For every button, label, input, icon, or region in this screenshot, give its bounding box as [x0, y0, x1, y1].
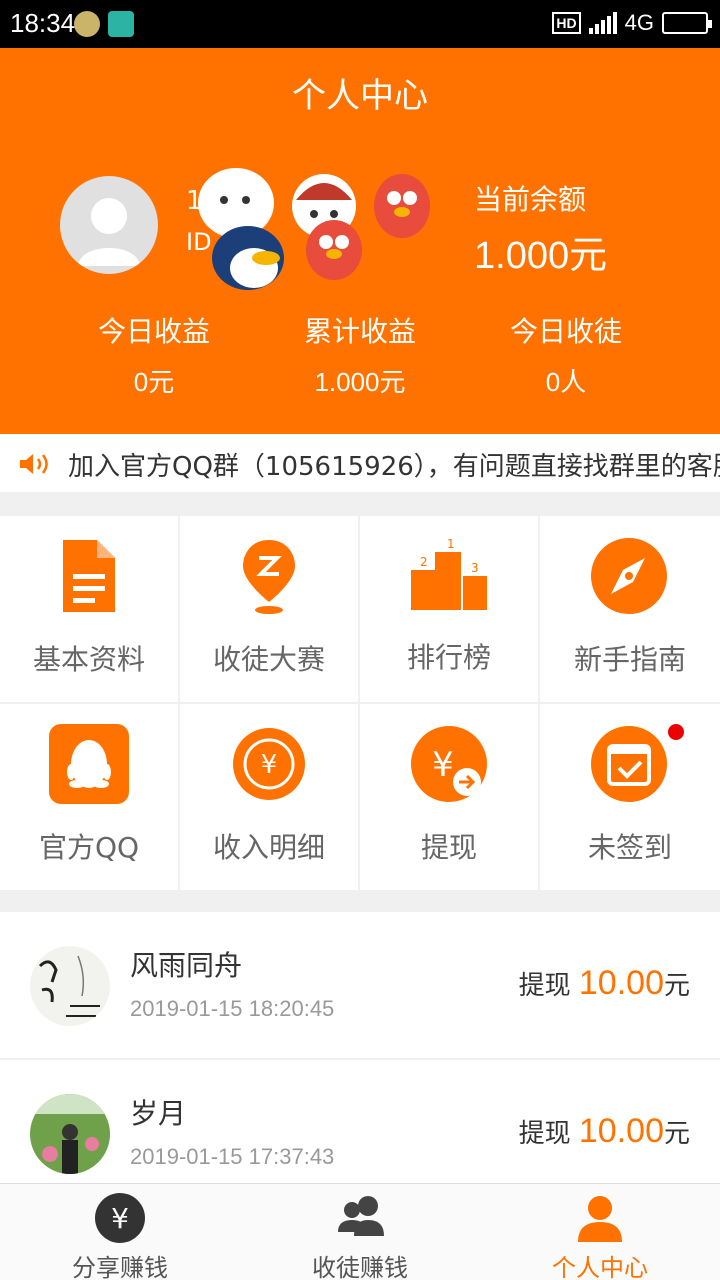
speaker-icon: [20, 454, 48, 474]
stat-value: 0元: [133, 367, 175, 397]
grid-item-label: 新手指南: [573, 643, 686, 676]
yen-arrow-icon: ¥: [411, 726, 487, 802]
record-amount: 提现 10.00元: [518, 964, 690, 1002]
tab-share-earn[interactable]: ¥ 分享赚钱: [0, 1184, 240, 1280]
stat-today-apprentices: 今日收徒 0人: [466, 310, 666, 399]
compass-icon: [591, 538, 667, 614]
coin-plus-icon: [74, 11, 100, 37]
yen-coin-icon: ¥: [95, 1193, 145, 1243]
feature-grid: 基本资料 收徒大赛 1 2 3 排行榜 新手指南 官方QQ ¥ 收入明细 ¥ 提…: [0, 516, 720, 890]
stat-value: 0人: [545, 367, 587, 397]
status-bar: 18:34 HD 4G: [0, 0, 720, 48]
qq-penguin-icon: [49, 724, 129, 804]
grid-item-label: 提现: [420, 831, 477, 864]
balance-value: 1.000元: [474, 235, 608, 277]
svg-text:1: 1: [447, 537, 455, 551]
record-time: 2019-01-15 17:37:43: [130, 1144, 335, 1169]
svg-text:¥: ¥: [261, 750, 278, 780]
stat-total-income: 累计收益 1.000元: [260, 310, 460, 399]
calendar-check-icon: [591, 726, 667, 802]
stat-today-income: 今日收益 0元: [54, 310, 254, 399]
default-user-icon: [78, 198, 140, 266]
balance-label: 当前余额: [474, 183, 587, 216]
bottom-tab-bar: ¥ 分享赚钱 收徒赚钱 个人中心: [0, 1183, 720, 1280]
tab-recruit-earn[interactable]: 收徒赚钱: [240, 1184, 480, 1280]
status-time: 18:34: [10, 8, 76, 38]
unread-badge: [668, 724, 684, 740]
signal-icon: [588, 12, 617, 34]
tab-label: 收徒赚钱: [312, 1254, 408, 1280]
battery-icon: [662, 12, 712, 34]
grid-item-label: 收入明细: [212, 831, 325, 864]
svg-text:2: 2: [420, 555, 428, 569]
grid-item-qq[interactable]: 官方QQ: [0, 704, 178, 890]
user-avatar: [30, 1094, 110, 1174]
grid-item-guide[interactable]: 新手指南: [540, 516, 720, 702]
grid-item-label: 官方QQ: [38, 831, 140, 864]
yen-cycle-icon: ¥: [233, 728, 305, 800]
svg-text:¥: ¥: [432, 745, 454, 785]
stat-label: 累计收益: [303, 315, 416, 348]
stat-label: 今日收徒: [509, 315, 622, 348]
podium-icon: 1 2 3: [411, 537, 487, 610]
grid-item-label: 收徒大赛: [212, 643, 325, 676]
users-icon: [338, 1196, 384, 1236]
tab-label: 分享赚钱: [72, 1254, 168, 1280]
record-user-name: 风雨同舟: [130, 949, 243, 982]
stat-label: 今日收益: [97, 315, 210, 348]
grid-item-label: 未签到: [587, 831, 672, 864]
hd-badge: HD: [552, 12, 581, 34]
record-time: 2019-01-15 18:20:45: [130, 996, 335, 1021]
profile-header: 个人中心 1 9 ID 5 当前余额 1.000元 今日收益 0元 累计收益 1…: [0, 48, 720, 434]
network-type: 4G: [624, 10, 654, 35]
svg-text:3: 3: [471, 561, 479, 575]
grid-item-contest[interactable]: 收徒大赛: [180, 516, 358, 702]
person-icon: [578, 1196, 622, 1242]
record-user-name: 岁月: [130, 1097, 187, 1130]
screenshot-icon: [108, 11, 134, 37]
grid-item-ranking[interactable]: 1 2 3 排行榜: [360, 516, 538, 702]
location-pin-icon: [243, 540, 295, 614]
record-amount: 提现 10.00元: [518, 1112, 690, 1150]
stat-value: 1.000元: [314, 367, 406, 397]
sticker-emoji-overlay: [198, 168, 430, 290]
grid-item-withdraw[interactable]: ¥ 提现: [360, 704, 538, 890]
user-avatar: [30, 946, 110, 1026]
tab-personal-center[interactable]: 个人中心: [480, 1184, 720, 1280]
document-icon: [63, 540, 115, 612]
grid-item-label: 基本资料: [32, 643, 145, 676]
svg-text:¥: ¥: [111, 1202, 129, 1235]
page-title: 个人中心: [292, 76, 428, 116]
grid-item-profile[interactable]: 基本资料: [0, 516, 178, 702]
grid-item-checkin[interactable]: 未签到: [540, 704, 720, 890]
grid-item-label: 排行榜: [406, 641, 491, 674]
avatar[interactable]: [60, 176, 158, 274]
list-item[interactable]: 风雨同舟 2019-01-15 18:20:45 提现 10.00元: [0, 912, 720, 1058]
notice-bar[interactable]: 加入官方QQ群（105615926），有问题直接找群里的客服: [0, 434, 720, 492]
tab-label: 个人中心: [552, 1254, 648, 1280]
grid-item-income-detail[interactable]: ¥ 收入明细: [180, 704, 358, 890]
notice-text: 加入官方QQ群（105615926），有问题直接找群里的客服: [68, 452, 720, 482]
